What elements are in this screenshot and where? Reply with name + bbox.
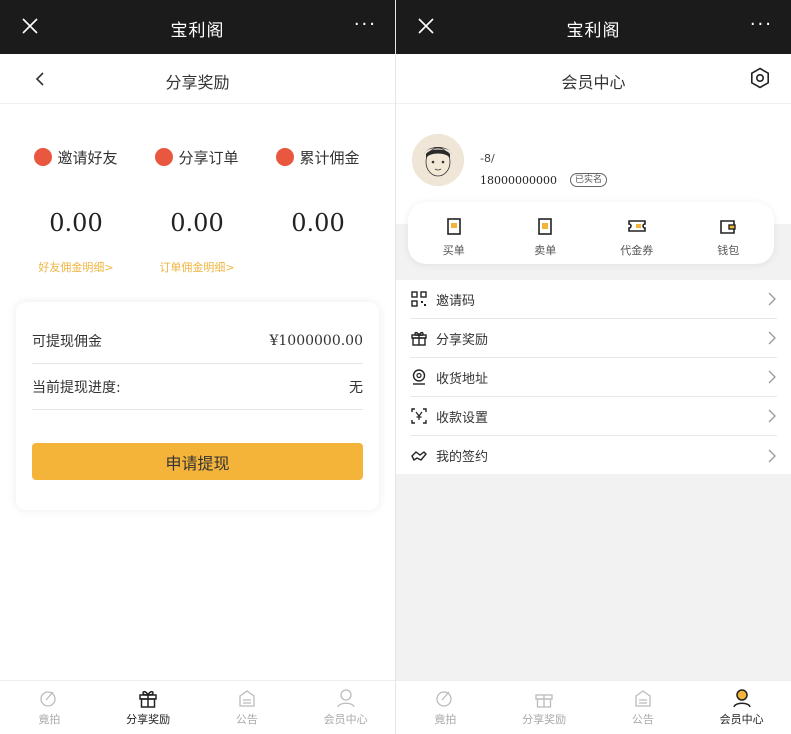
more-icon[interactable]: ··· [354,14,377,35]
shortcut-wallet[interactable]: 钱包 [683,202,775,264]
screens-container: 宝利阁 ··· 分享奖励 邀请好友 0.00 好友佣金明细> 分享订单 0.00… [0,0,791,734]
chevron-right-icon [768,292,776,306]
gavel-icon [436,691,453,707]
friend-commission-detail-link[interactable]: 好友佣金明细> [11,259,141,275]
gavel-icon [40,691,57,707]
shortcut-bar: 买单 卖单 代金券 钱包 [408,202,774,264]
announcement-icon [635,690,651,707]
more-icon[interactable]: ··· [750,14,773,35]
app-top-bar: 宝利阁 ··· [396,0,791,54]
page-title: 会员中心 [561,73,626,92]
member-menu: 邀请码 分享奖励 收货地址 收款设置 我的签约 [396,280,791,474]
yuan-scan-icon [411,408,427,424]
progress-label: 当前提现进度: [32,379,121,396]
gift-icon [535,694,553,708]
stat-label: 邀请好友 [57,148,118,167]
apply-withdraw-button[interactable]: 申请提现 [32,443,363,480]
stat-total-commission: 累计佣金 0.00 [253,145,383,239]
member-center-screen: 宝利阁 ··· 会员中心 -8/ 18000000000 已实名 买单 卖单 代… [396,0,791,734]
user-name: -8/ [480,152,495,165]
gift-icon [411,331,427,346]
tab-bar: 竟拍 分享奖励 公告 会员中心 [396,680,791,734]
menu-item-my-contract[interactable]: 我的签约 [410,436,777,475]
shortcut-buy-order[interactable]: 买单 [408,202,500,264]
app-title: 宝利阁 [170,21,225,41]
person-icon [336,689,355,708]
tab-member-center[interactable]: 会员中心 [296,681,395,734]
withdrawable-row: 可提现佣金 ¥1000000.00 [32,318,363,364]
stat-value: 0.00 [49,209,103,237]
nav-bar: 会员中心 [396,54,791,104]
order-commission-detail-link[interactable]: 订单佣金明细> [132,259,262,275]
chevron-right-icon [768,370,776,384]
avatar[interactable] [412,134,464,186]
coins-icon [276,148,295,166]
progress-row: 当前提现进度: 无 [32,364,363,410]
chevron-right-icon [768,331,776,345]
shortcut-sell-order[interactable]: 卖单 [500,202,592,264]
user-phone: 18000000000 [480,174,557,187]
tab-share-reward[interactable]: 分享奖励 [495,681,594,734]
stat-label: 累计佣金 [299,148,360,167]
menu-item-payment-settings[interactable]: 收款设置 [410,397,777,436]
withdrawable-amount: ¥1000000.00 [269,332,363,349]
share-orders-icon [155,148,174,166]
tab-member-center[interactable]: 会员中心 [692,681,791,734]
sell-receipt-icon [538,218,553,235]
tab-auction[interactable]: 竟拍 [0,681,99,734]
stat-value: 0.00 [170,209,224,237]
commission-stats: 邀请好友 0.00 好友佣金明细> 分享订单 0.00 订单佣金明细> 累计佣金… [0,145,395,275]
withdrawable-label: 可提现佣金 [32,333,102,350]
tab-auction[interactable]: 竟拍 [396,681,495,734]
app-top-bar: 宝利阁 ··· [0,0,395,54]
shortcut-voucher[interactable]: 代金券 [591,202,683,264]
gift-icon [139,690,157,708]
qr-code-icon [411,291,427,307]
tab-bar: 竟拍 分享奖励 公告 会员中心 [0,680,395,734]
location-icon [412,369,426,385]
receipt-icon [446,218,461,235]
stat-invite-friends: 邀请好友 0.00 好友佣金明细> [11,145,141,275]
stat-label: 分享订单 [178,148,239,167]
app-title: 宝利阁 [566,21,621,41]
menu-item-invite-code[interactable]: 邀请码 [410,280,777,319]
verified-badge: 已实名 [570,173,608,187]
chevron-right-icon [768,449,776,462]
tab-share-reward[interactable]: 分享奖励 [99,681,198,734]
nav-bar: 分享奖励 [0,54,395,104]
menu-item-shipping-address[interactable]: 收货地址 [410,358,777,397]
page-title: 分享奖励 [165,73,230,92]
voucher-icon [627,220,646,232]
announcement-icon [239,690,255,707]
contract-hand-icon [411,450,427,461]
settings-icon[interactable] [749,67,771,89]
stat-value: 0.00 [291,209,345,237]
person-icon [732,689,751,708]
wallet-icon [720,220,736,234]
empty-area [396,474,791,680]
menu-item-share-reward[interactable]: 分享奖励 [410,319,777,358]
share-reward-screen: 宝利阁 ··· 分享奖励 邀请好友 0.00 好友佣金明细> 分享订单 0.00… [0,0,395,734]
tab-announcement[interactable]: 公告 [198,681,297,734]
progress-value: 无 [349,379,363,396]
chevron-right-icon [768,409,776,423]
withdraw-card: 可提现佣金 ¥1000000.00 当前提现进度: 无 申请提现 [16,302,379,510]
stat-share-orders: 分享订单 0.00 订单佣金明细> [132,145,262,275]
tab-announcement[interactable]: 公告 [594,681,693,734]
invite-friends-icon [34,148,53,166]
